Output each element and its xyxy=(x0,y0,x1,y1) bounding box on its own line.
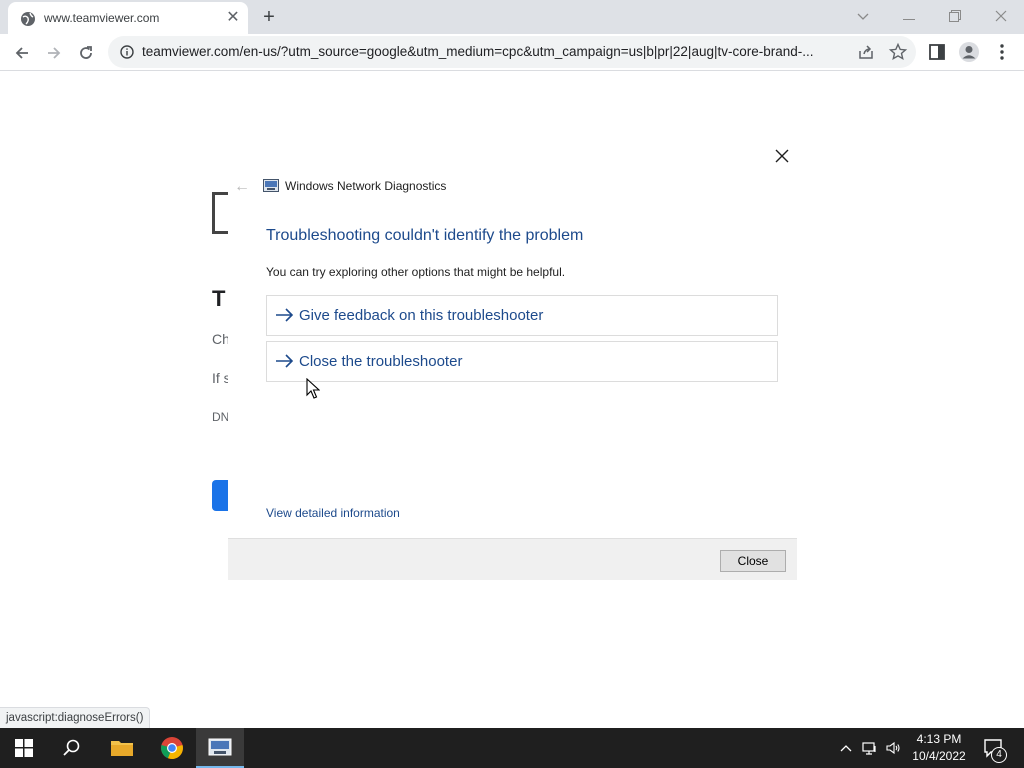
give-feedback-option[interactable]: Give feedback on this troubleshooter xyxy=(266,295,778,336)
chrome-icon xyxy=(161,737,183,760)
browser-tab[interactable]: www.teamviewer.com ✕ xyxy=(8,2,248,34)
tab-close-icon[interactable]: ✕ xyxy=(224,9,242,27)
address-bar[interactable]: teamviewer.com/en-us/?utm_source=google&… xyxy=(108,36,916,68)
share-icon[interactable] xyxy=(856,42,876,62)
window-close-button[interactable] xyxy=(978,4,1024,28)
network-icon[interactable] xyxy=(862,740,878,756)
arrow-right-icon xyxy=(276,308,294,322)
dialog-app-title: Windows Network Diagnostics xyxy=(285,179,447,193)
view-detailed-information-link[interactable]: View detailed information xyxy=(266,506,400,520)
network-diagnostics-app-icon xyxy=(263,179,279,192)
dialog-footer: Close xyxy=(228,538,797,580)
address-url[interactable]: teamviewer.com/en-us/?utm_source=google&… xyxy=(142,44,854,59)
browser-tab-strip: www.teamviewer.com ✕ + xyxy=(0,0,1024,34)
dialog-subtext: You can try exploring other options that… xyxy=(266,265,566,279)
taskbar-file-explorer[interactable] xyxy=(98,728,146,768)
arrow-right-icon xyxy=(276,354,294,368)
network-diagnostics-dialog: ← Windows Network Diagnostics Troublesho… xyxy=(228,138,797,580)
start-button[interactable] xyxy=(0,728,48,768)
tab-title: www.teamviewer.com xyxy=(44,11,160,25)
taskbar-network-diagnostics[interactable] xyxy=(196,728,244,768)
tray-chevron-up-icon[interactable] xyxy=(838,740,854,756)
windows-taskbar: 4:13 PM 10/4/2022 4 xyxy=(0,728,1024,768)
minimize-button[interactable] xyxy=(886,4,932,28)
volume-icon[interactable] xyxy=(885,740,901,756)
globe-icon xyxy=(21,12,35,26)
close-troubleshooter-option[interactable]: Close the troubleshooter xyxy=(266,341,778,382)
forward-button[interactable] xyxy=(40,39,68,67)
browser-toolbar: teamviewer.com/en-us/?utm_source=google&… xyxy=(0,34,1024,71)
reload-button[interactable] xyxy=(72,39,100,67)
mouse-cursor-icon xyxy=(306,378,320,399)
link-status-bubble: javascript:diagnoseErrors() xyxy=(0,707,151,728)
taskbar-search-button[interactable] xyxy=(48,728,96,768)
dialog-back-arrow-icon[interactable]: ← xyxy=(234,178,250,196)
side-panel-icon[interactable] xyxy=(928,43,946,61)
folder-icon xyxy=(111,741,133,756)
back-button[interactable] xyxy=(8,39,36,67)
info-icon[interactable] xyxy=(120,45,134,59)
restore-button[interactable] xyxy=(932,4,978,28)
dialog-heading: Troubleshooting couldn't identify the pr… xyxy=(266,227,584,244)
windows-logo-icon xyxy=(15,739,33,757)
tab-search-chevron-icon[interactable] xyxy=(840,4,886,28)
search-icon xyxy=(63,739,80,756)
dialog-close-button[interactable]: Close xyxy=(720,550,786,572)
option-label: Give feedback on this troubleshooter xyxy=(299,307,544,324)
error-code-text: DN xyxy=(212,410,230,424)
error-page-title: T xyxy=(212,286,226,311)
taskbar-clock-time[interactable]: 4:13 PM xyxy=(908,732,970,746)
menu-kebab-icon[interactable] xyxy=(994,43,1010,61)
profile-avatar-icon[interactable] xyxy=(958,41,980,63)
taskbar-chrome[interactable] xyxy=(148,728,196,768)
option-label: Close the troubleshooter xyxy=(299,353,463,370)
bookmark-star-icon[interactable] xyxy=(888,42,908,62)
network-diagnostics-app-icon xyxy=(208,738,232,756)
taskbar-clock-date[interactable]: 10/4/2022 xyxy=(908,749,970,763)
notification-count-badge: 4 xyxy=(991,747,1007,763)
dialog-close-icon[interactable] xyxy=(772,146,792,166)
new-tab-button[interactable]: + xyxy=(258,6,280,28)
